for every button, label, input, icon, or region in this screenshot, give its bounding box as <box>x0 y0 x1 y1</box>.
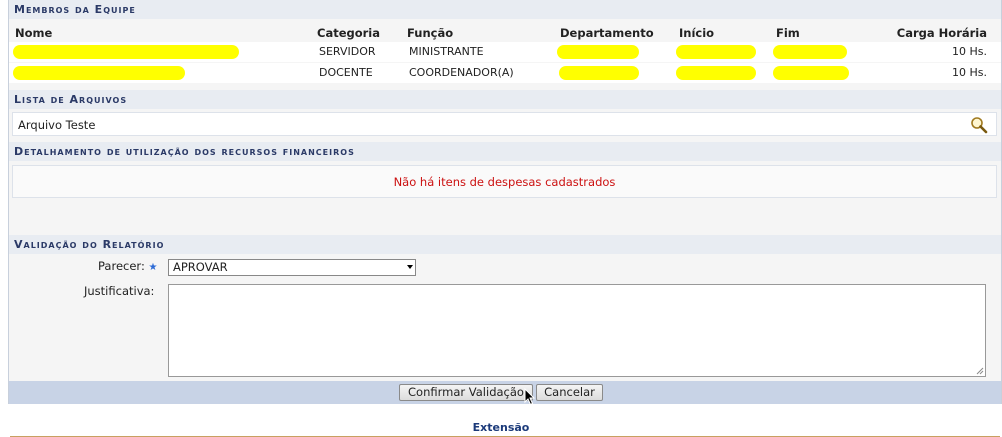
col-funcao: Função <box>407 26 454 40</box>
resize-grip-icon[interactable] <box>975 366 984 375</box>
file-name: Arquivo Teste <box>18 118 96 132</box>
redacted-departamento <box>557 45 639 59</box>
col-carga: Carga Horária <box>896 26 987 40</box>
parecer-label-text: Parecer: <box>98 259 145 273</box>
button-bar: Confirmar Validação Cancelar <box>9 381 1001 404</box>
redacted-name <box>13 66 185 80</box>
confirm-validation-button[interactable]: Confirmar Validação <box>399 384 533 401</box>
cell-carga: 10 Hs. <box>952 66 987 79</box>
expenses-empty-message: Não há itens de despesas cadastrados <box>12 165 997 198</box>
files-section-title: Lista de Arquivos <box>9 90 1001 109</box>
col-categoria: Categoria <box>317 26 381 40</box>
cell-funcao: MINISTRANTE <box>409 45 484 58</box>
cell-categoria: DOCENTE <box>319 66 373 79</box>
col-nome: Nome <box>15 26 53 40</box>
redacted-fim <box>773 66 849 80</box>
col-inicio: Início <box>679 26 715 40</box>
validation-section-title: Validação do Relatório <box>9 235 1001 254</box>
redacted-inicio <box>676 66 756 80</box>
redacted-departamento <box>559 66 639 80</box>
table-row: DOCENTE COORDENADOR(A) 10 Hs. <box>9 63 1001 83</box>
parecer-label: Parecer: ★ <box>98 259 157 273</box>
file-list-item: Arquivo Teste <box>12 112 997 136</box>
cell-carga: 10 Hs. <box>952 45 987 58</box>
cell-categoria: SERVIDOR <box>319 45 376 58</box>
report-panel: Membros da Equipe Nome Categoria Função … <box>8 0 1002 404</box>
expenses-section-title: Detalhamento de utilização dos recursos … <box>9 142 1001 161</box>
team-section-title: Membros da Equipe <box>9 0 1001 19</box>
cell-funcao: COORDENADOR(A) <box>409 66 514 79</box>
mouse-cursor-icon <box>524 388 536 406</box>
footer-extensao-link[interactable]: Extensão <box>0 421 1002 434</box>
magnifier-icon[interactable] <box>970 116 988 134</box>
parecer-selected-value: APROVAR <box>173 260 228 274</box>
cancel-button[interactable]: Cancelar <box>536 384 603 401</box>
justificativa-label: Justificativa: <box>84 284 155 298</box>
redacted-inicio <box>676 45 756 59</box>
chevron-down-icon <box>407 265 413 269</box>
redacted-fim <box>773 45 847 59</box>
justificativa-textarea[interactable] <box>168 284 986 377</box>
required-star-icon: ★ <box>148 262 158 273</box>
redacted-name <box>13 45 239 59</box>
parecer-select[interactable]: APROVAR <box>168 259 416 276</box>
expenses-area <box>9 198 1001 234</box>
team-table-header: Nome Categoria Função Departamento Iníci… <box>9 26 1001 41</box>
col-departamento: Departamento <box>560 26 654 40</box>
table-row: SERVIDOR MINISTRANTE 10 Hs. <box>9 42 1001 62</box>
col-fim: Fim <box>776 26 800 40</box>
